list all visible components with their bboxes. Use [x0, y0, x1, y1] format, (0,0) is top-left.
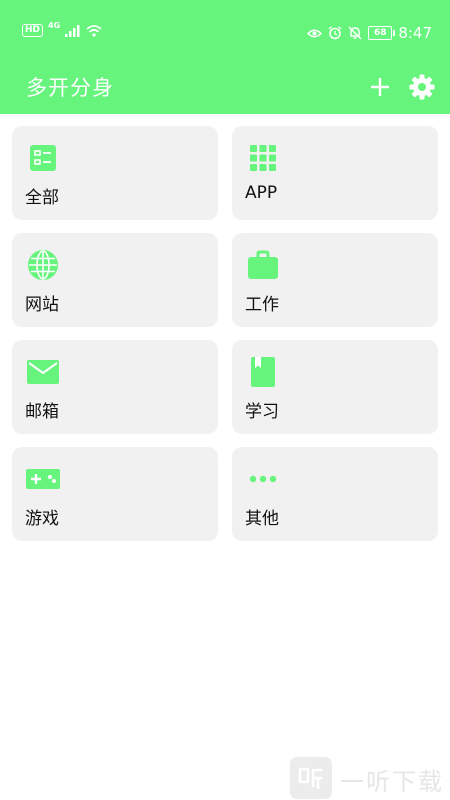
category-label: 学习 [245, 402, 279, 422]
status-left: HD 4G [22, 20, 102, 37]
category-label: 其他 [245, 509, 279, 529]
category-card-all[interactable]: 全部 [12, 126, 218, 220]
category-card-website[interactable]: 网站 [12, 233, 218, 327]
network-type: 4G [48, 20, 61, 30]
category-label: 游戏 [25, 509, 59, 529]
briefcase-icon [246, 248, 280, 282]
category-card-app[interactable]: APP [232, 126, 438, 220]
hd-badge: HD [22, 24, 44, 37]
category-card-work[interactable]: 工作 [232, 233, 438, 327]
watermark: 一听下载 [290, 757, 450, 799]
category-label: 邮箱 [25, 402, 59, 422]
gear-icon [409, 74, 435, 100]
watermark-text: 一听下载 [340, 768, 444, 796]
category-card-game[interactable]: 游戏 [12, 447, 218, 541]
top-bar: HD 4G 68 8:47 多开分身 [0, 0, 450, 114]
status-right: 68 8:47 [307, 24, 432, 42]
watermark-logo [290, 757, 332, 799]
settings-button[interactable] [405, 70, 439, 104]
gamepad-icon [26, 462, 60, 496]
app-bar: 多开分身 [0, 66, 450, 114]
list-icon [26, 141, 60, 175]
eye-icon [307, 29, 323, 37]
app-title: 多开分身 [26, 76, 114, 100]
alarm-icon [328, 26, 342, 40]
category-label: 全部 [25, 188, 59, 208]
category-label: 工作 [245, 295, 279, 315]
status-bar: HD 4G 68 8:47 [0, 0, 450, 66]
apps-grid-icon [246, 141, 280, 175]
add-button[interactable] [363, 70, 397, 104]
plus-icon [371, 78, 389, 96]
battery-indicator: 68 [368, 26, 396, 40]
category-card-mail[interactable]: 邮箱 [12, 340, 218, 434]
mail-icon [26, 355, 60, 389]
signal-icon [65, 24, 80, 37]
category-card-other[interactable]: 其他 [232, 447, 438, 541]
category-label: APP [245, 183, 278, 203]
status-time: 8:47 [398, 24, 432, 42]
more-icon [246, 462, 280, 496]
category-label: 网站 [25, 295, 59, 315]
wifi-icon [86, 24, 102, 37]
category-grid: 全部 APP 网站 工作 邮箱 学习 游戏 其他 [12, 126, 438, 541]
globe-icon [26, 248, 60, 282]
book-icon [246, 355, 280, 389]
category-card-study[interactable]: 学习 [232, 340, 438, 434]
mute-icon [348, 26, 362, 40]
